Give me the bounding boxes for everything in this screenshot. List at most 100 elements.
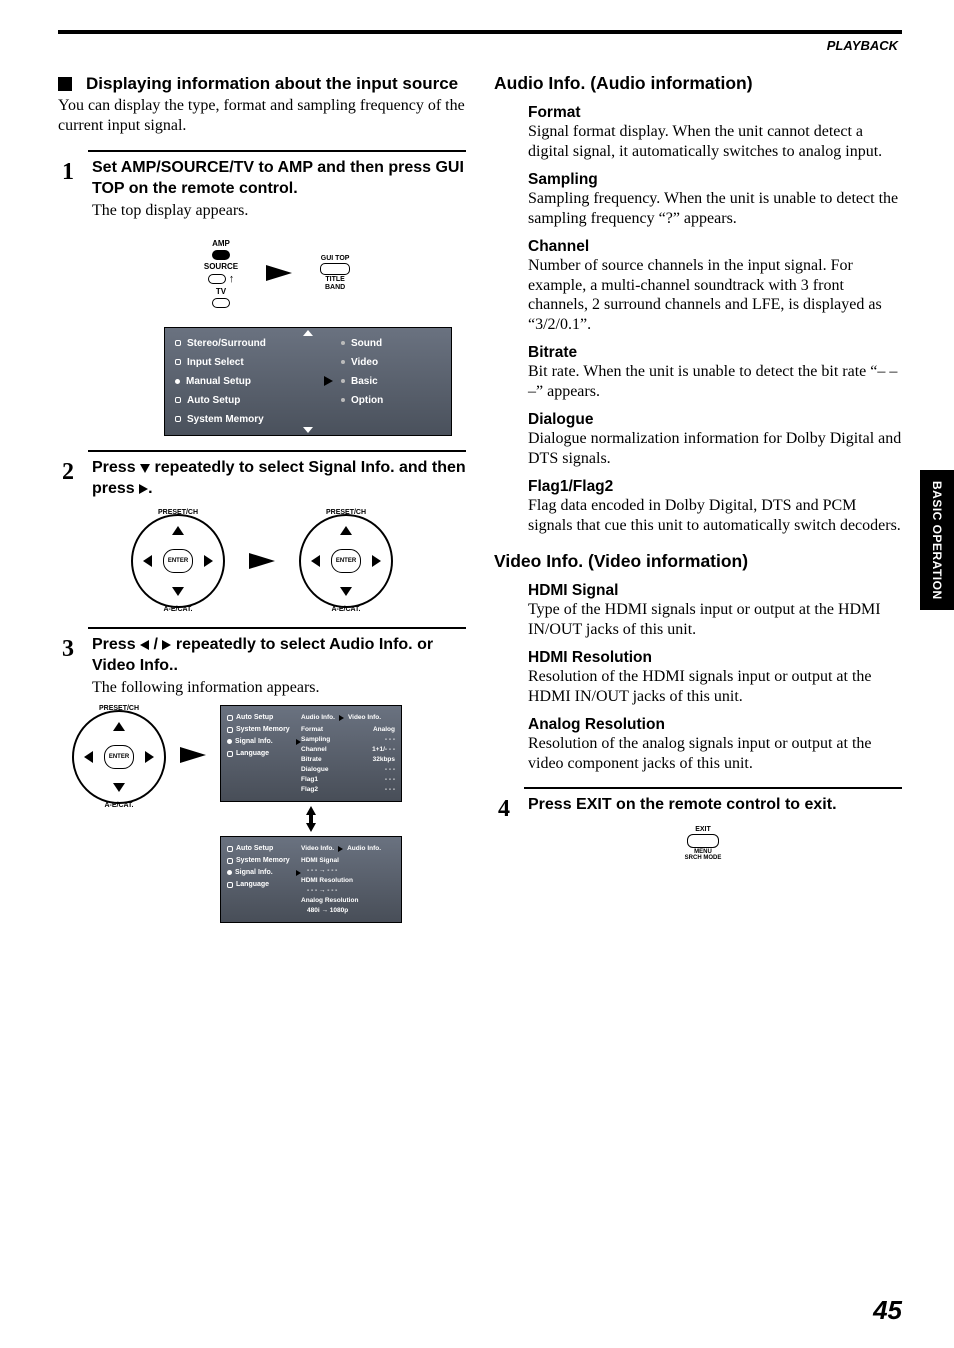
- up-down-arrow-icon: [306, 806, 316, 832]
- guitop-label: GUI TOP: [321, 255, 350, 262]
- menu-button-icon: [687, 834, 719, 848]
- flag-text: Flag data encoded in Dolby Digital, DTS …: [528, 496, 902, 535]
- arrow-right-icon: [249, 553, 275, 569]
- arrow-right-icon: [266, 265, 292, 281]
- source-label: SOURCE: [204, 262, 238, 271]
- step-number: 4: [494, 797, 514, 821]
- info-row: HDMI Resolution: [301, 877, 395, 884]
- guitop-buttons: GUI TOP TITLE BAND: [320, 255, 350, 291]
- hdmi-signal-text: Type of the HDMI signals input or output…: [528, 600, 902, 639]
- dpad-center-label: ENTER: [331, 549, 361, 573]
- dialogue-text: Dialogue normalization information for D…: [528, 429, 902, 468]
- submenu-item: Basic: [341, 376, 441, 387]
- divider: [88, 450, 466, 452]
- menu-item: Auto Setup: [175, 395, 333, 406]
- panel-menu-item: Signal Info.: [227, 738, 301, 745]
- info-row: Sampling- - -: [301, 736, 395, 743]
- step1-desc: The top display appears.: [92, 202, 466, 220]
- divider: [88, 627, 466, 629]
- step-number: 3: [58, 637, 78, 661]
- step-2: 2 Press repeatedly to select Signal Info…: [58, 458, 466, 500]
- step2-title: Press repeatedly to select Signal Info. …: [92, 458, 466, 500]
- gui-menu-panel: Stereo/Surround Input Select Manual Setu…: [164, 327, 452, 436]
- arrow-right-icon: [180, 747, 206, 763]
- divider: [88, 150, 466, 152]
- step-4: 4 Press EXIT on the remote control to ex…: [494, 795, 902, 861]
- step3-desc: The following information appears.: [92, 679, 466, 697]
- amp-source-tv-switch: AMP SOURCE ↑ TV: [204, 238, 238, 309]
- hdmi-res-heading: HDMI Resolution: [528, 649, 902, 667]
- hdmi-res-text: Resolution of the HDMI signals input or …: [528, 667, 902, 706]
- menu-item: System Memory: [175, 414, 333, 425]
- info-row: HDMI Signal: [301, 857, 395, 864]
- info-row: - - - → - - -: [301, 867, 395, 874]
- right-column: Audio Info. (Audio information) Format S…: [494, 69, 902, 923]
- step2-figure: PRESET/CH ENTER A-E/CAT. PRESET/CH ENTER: [88, 509, 436, 613]
- dpad-icon: ENTER: [299, 514, 393, 608]
- panel-menu-item: Auto Setup: [227, 845, 301, 852]
- panel-menu-item: Auto Setup: [227, 714, 301, 721]
- left-column: Displaying information about the input s…: [58, 69, 466, 923]
- source-icon: [208, 274, 226, 284]
- menu-item: Stereo/Surround: [175, 338, 333, 349]
- header-section: PLAYBACK: [58, 36, 902, 55]
- step-number: 2: [58, 460, 78, 484]
- dpad-center-label: ENTER: [163, 549, 193, 573]
- audio-info-panel: Auto Setup System Memory Signal Info. La…: [220, 705, 402, 802]
- flag-heading: Flag1/Flag2: [528, 478, 902, 496]
- info-row: Channel1+1/- - -: [301, 746, 395, 753]
- analog-res-heading: Analog Resolution: [528, 716, 902, 734]
- menu-item: Input Select: [175, 357, 333, 368]
- section-intro: You can display the type, format and sam…: [58, 96, 466, 136]
- step1-title: Set AMP/SOURCE/TV to AMP and then press …: [92, 158, 466, 200]
- info-row: Bitrate32kbps: [301, 756, 395, 763]
- panel-header: Audio Info.Video Info.: [301, 714, 395, 721]
- step4-title: Press EXIT on the remote control to exit…: [528, 795, 902, 816]
- dpad-icon: ENTER: [72, 710, 166, 804]
- submenu-item: Video: [341, 357, 441, 368]
- section-heading: Displaying information about the input s…: [58, 73, 466, 94]
- video-info-panel: Auto Setup System Memory Signal Info. La…: [220, 836, 402, 923]
- format-heading: Format: [528, 104, 902, 122]
- video-info-heading: Video Info. (Video information): [494, 551, 902, 572]
- step-1: 1 Set AMP/SOURCE/TV to AMP and then pres…: [58, 158, 466, 220]
- audio-info-heading: Audio Info. (Audio information): [494, 73, 902, 94]
- dpad-icon: ENTER: [131, 514, 225, 608]
- dpad-center-label: ENTER: [104, 745, 134, 769]
- info-row: 480i → 1080p: [301, 907, 395, 914]
- panel-menu-item: Signal Info.: [227, 869, 301, 876]
- info-row: Flag2- - -: [301, 786, 395, 793]
- step1-figure: AMP SOURCE ↑ TV GUI TOP TITLE BAND: [88, 238, 466, 309]
- amp-label: AMP: [212, 239, 230, 248]
- panel-menu-item: Language: [227, 750, 301, 757]
- srchmode-label: SRCH MODE: [685, 855, 722, 861]
- analog-res-text: Resolution of the analog signals input o…: [528, 734, 902, 773]
- right-triangle-icon: [139, 484, 148, 494]
- info-row: - - - → - - -: [301, 887, 395, 894]
- channel-text: Number of source channels in the input s…: [528, 256, 902, 334]
- exit-label: EXIT: [695, 826, 711, 833]
- exit-button-figure: EXIT MENU SRCH MODE: [678, 826, 728, 861]
- bitrate-heading: Bitrate: [528, 344, 902, 362]
- square-bullet-icon: [58, 77, 72, 91]
- chevron-right-icon: [339, 715, 344, 721]
- menu-item: Manual Setup: [175, 376, 333, 387]
- band-label: BAND: [325, 284, 345, 291]
- header-section-label: PLAYBACK: [827, 38, 898, 53]
- chevron-right-icon: [338, 846, 343, 852]
- title-button-icon: [320, 263, 350, 275]
- bitrate-text: Bit rate. When the unit is unable to det…: [528, 362, 902, 401]
- info-row: FormatAnalog: [301, 726, 395, 733]
- step-3: 3 Press / repeatedly to select Audio Inf…: [58, 635, 466, 697]
- step3-figure: PRESET/CH ENTER A-E/CAT. Auto Setup Syst…: [72, 705, 466, 923]
- title-label: TITLE: [325, 276, 344, 283]
- down-triangle-icon: [140, 464, 150, 473]
- divider: [524, 787, 902, 789]
- step3-title: Press / repeatedly to select Audio Info.…: [92, 635, 466, 677]
- panel-menu-item: System Memory: [227, 857, 301, 864]
- channel-heading: Channel: [528, 238, 902, 256]
- tv-icon: [212, 298, 230, 308]
- page-number: 45: [873, 1295, 902, 1326]
- info-row: Dialogue- - -: [301, 766, 395, 773]
- amp-icon: [212, 250, 230, 260]
